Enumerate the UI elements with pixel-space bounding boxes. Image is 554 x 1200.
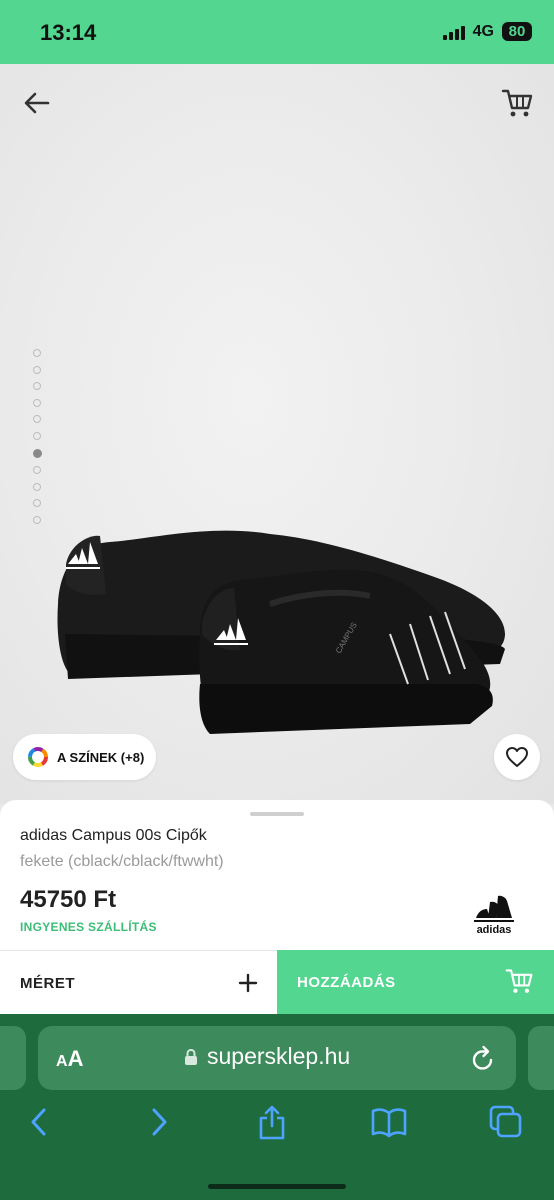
signal-icon [442, 24, 465, 40]
home-indicator [208, 1184, 346, 1189]
network-type: 4G [472, 22, 494, 40]
product-name: adidas Campus 00s Cipők [20, 827, 207, 844]
action-bar: MÉRET HOZZÁADÁS [0, 950, 554, 1014]
size-label: MÉRET [20, 975, 75, 992]
lock-icon [185, 1048, 197, 1065]
add-to-cart-button[interactable]: HOZZÁADÁS [277, 950, 554, 1014]
status-bar: 13:14 4G 80 [0, 0, 554, 64]
url-text: supersklep.hu [207, 1043, 351, 1069]
pagination-dot-active[interactable] [32, 448, 42, 458]
color-wheel-icon [28, 747, 48, 767]
adidas-logo[interactable]: adidas [470, 892, 518, 936]
pagination-dot[interactable] [33, 431, 41, 440]
product-price: 45750 Ft [20, 886, 117, 913]
heart-icon [506, 747, 528, 767]
add-to-cart-label: HOZZÁADÁS [297, 974, 396, 991]
previous-tab-preview[interactable] [0, 1026, 26, 1090]
bookmarks-icon[interactable] [370, 1104, 408, 1140]
tabs-icon[interactable] [488, 1104, 524, 1140]
sheet-handle[interactable] [250, 812, 304, 816]
forward-icon[interactable] [146, 1104, 172, 1140]
battery-indicator: 80 [502, 22, 532, 41]
cart-icon [505, 969, 533, 993]
pagination-dot[interactable] [33, 365, 41, 374]
browser-toolbar [0, 1104, 554, 1144]
address-bar[interactable]: AA supersklep.hu [38, 1026, 516, 1090]
aa-big: A [67, 1046, 84, 1071]
plus-icon [238, 973, 258, 993]
browser-chrome: AA supersklep.hu [0, 1014, 554, 1200]
reader-settings-button[interactable]: AA [56, 1046, 83, 1072]
product-gallery[interactable]: CAMPUS A SZÍNEK (+8) [0, 64, 554, 804]
back-icon[interactable] [26, 1104, 52, 1140]
favorite-button[interactable] [494, 734, 540, 780]
pagination-dot[interactable] [33, 415, 41, 424]
pagination-dot[interactable] [33, 349, 41, 357]
share-icon[interactable] [256, 1104, 288, 1140]
size-selector-button[interactable]: MÉRET [0, 950, 277, 1014]
product-color: fekete (cblack/cblack/ftwwht) [20, 853, 224, 870]
status-indicators: 4G 80 [442, 22, 532, 41]
cart-icon[interactable] [500, 86, 534, 120]
adidas-logo-text: adidas [477, 924, 512, 936]
aa-small: A [56, 1053, 68, 1070]
arrow-left-icon[interactable] [20, 86, 54, 120]
colors-button-label: A SZÍNEK (+8) [57, 749, 145, 765]
pagination-dot[interactable] [33, 382, 41, 391]
pagination-dot[interactable] [33, 466, 41, 475]
status-time: 13:14 [40, 20, 97, 45]
next-tab-preview[interactable] [528, 1026, 554, 1090]
pagination-dot[interactable] [33, 398, 41, 407]
free-shipping-label: INGYENES SZÁLLÍTÁS [20, 920, 157, 934]
product-info-sheet: adidas Campus 00s Cipők fekete (cblack/c… [0, 800, 554, 950]
colors-button[interactable]: A SZÍNEK (+8) [13, 734, 156, 780]
product-image: CAMPUS [57, 530, 505, 734]
reload-icon[interactable] [470, 1044, 496, 1072]
